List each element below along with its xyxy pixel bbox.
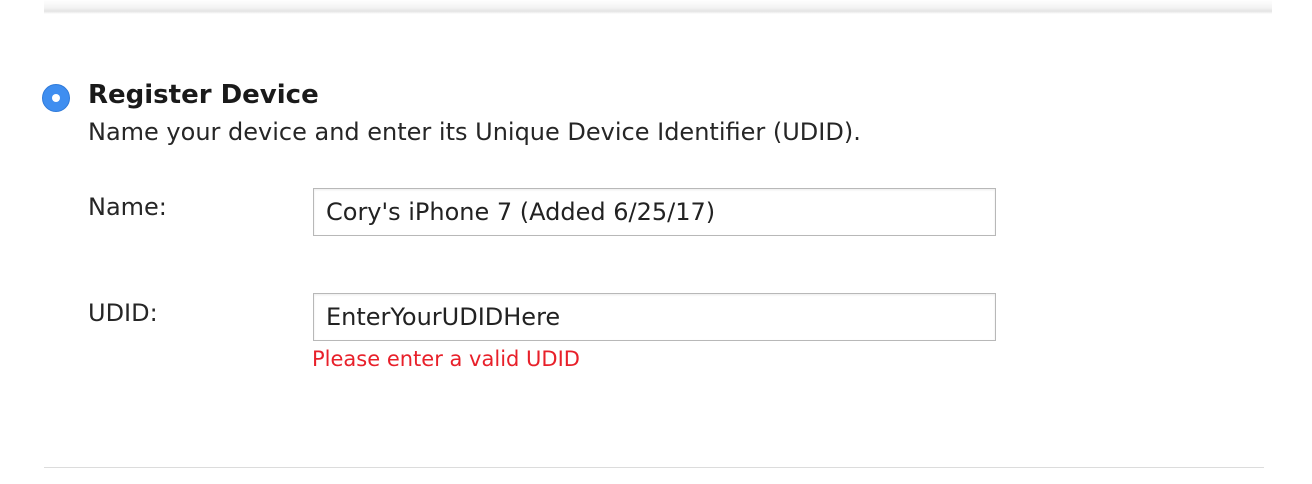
- register-device-section: Register Device Name your device and ent…: [0, 0, 1312, 484]
- name-input[interactable]: [313, 188, 996, 236]
- register-device-radio[interactable]: [42, 84, 70, 112]
- radio-selected-dot: [52, 94, 60, 102]
- bottom-divider: [44, 467, 1264, 468]
- section-title: Register Device: [88, 80, 319, 110]
- udid-error-message: Please enter a valid UDID: [312, 347, 580, 371]
- udid-input[interactable]: [313, 293, 996, 341]
- udid-label: UDID:: [88, 299, 158, 327]
- section-description: Name your device and enter its Unique De…: [88, 118, 861, 146]
- name-label: Name:: [88, 193, 167, 221]
